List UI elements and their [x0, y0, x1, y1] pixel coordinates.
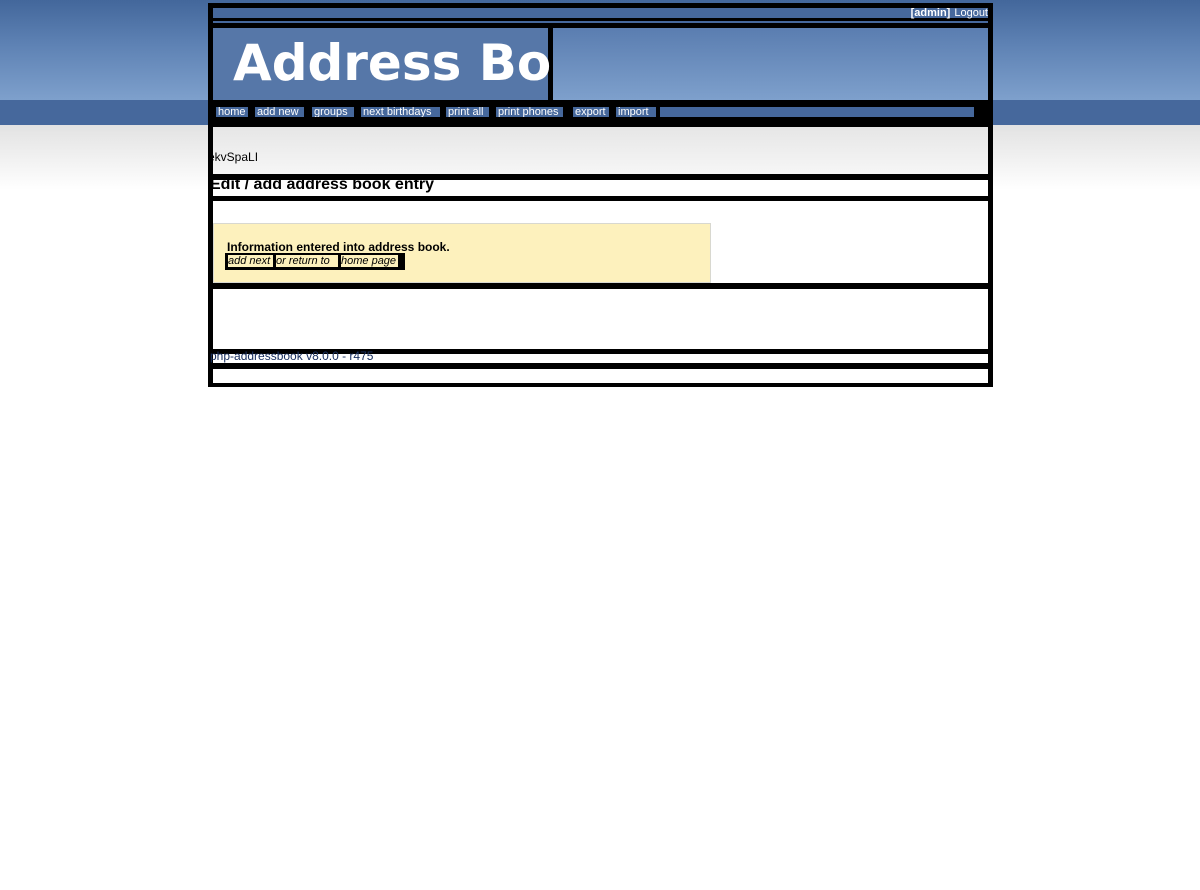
page-title: Edit / add address book entry: [210, 176, 435, 193]
success-message: Information entered into address book.: [227, 240, 450, 254]
nav-filler: [660, 107, 974, 117]
or-return-to-text: or return to: [276, 255, 338, 267]
content-spacer: [213, 289, 988, 349]
add-next-link[interactable]: add next: [228, 255, 273, 267]
nav-import[interactable]: import: [616, 107, 656, 117]
nav-print-phones[interactable]: print phones: [496, 107, 563, 117]
header-divider: [213, 21, 988, 23]
nav-add-new[interactable]: add new: [255, 107, 304, 117]
user-bar: [admin] Logout: [213, 7, 988, 19]
message-links: add next or return to home page: [225, 253, 405, 270]
nav-home[interactable]: home: [216, 107, 248, 117]
current-user: [admin]: [910, 7, 951, 19]
bottom-box: [213, 369, 988, 383]
nav-export[interactable]: export: [573, 107, 609, 117]
nav-next-birthdays[interactable]: next birthdays: [361, 107, 440, 117]
main-nav: home add new groups next birthdays print…: [213, 104, 978, 118]
version-link[interactable]: php-addressbook v8.0.0 - r475: [210, 349, 373, 363]
nav-print-all[interactable]: print all: [446, 107, 489, 117]
logout-link[interactable]: Logout: [954, 7, 988, 19]
logo[interactable]: Address Book: [213, 28, 619, 100]
home-page-link[interactable]: home page: [341, 255, 398, 267]
subheader-box: [213, 127, 988, 174]
page-container: [admin] Logout Address Book home add new …: [208, 3, 993, 387]
header-banner: [553, 28, 988, 100]
session-token: ekvSpaLI: [208, 150, 259, 164]
nav-groups[interactable]: groups: [312, 107, 354, 117]
